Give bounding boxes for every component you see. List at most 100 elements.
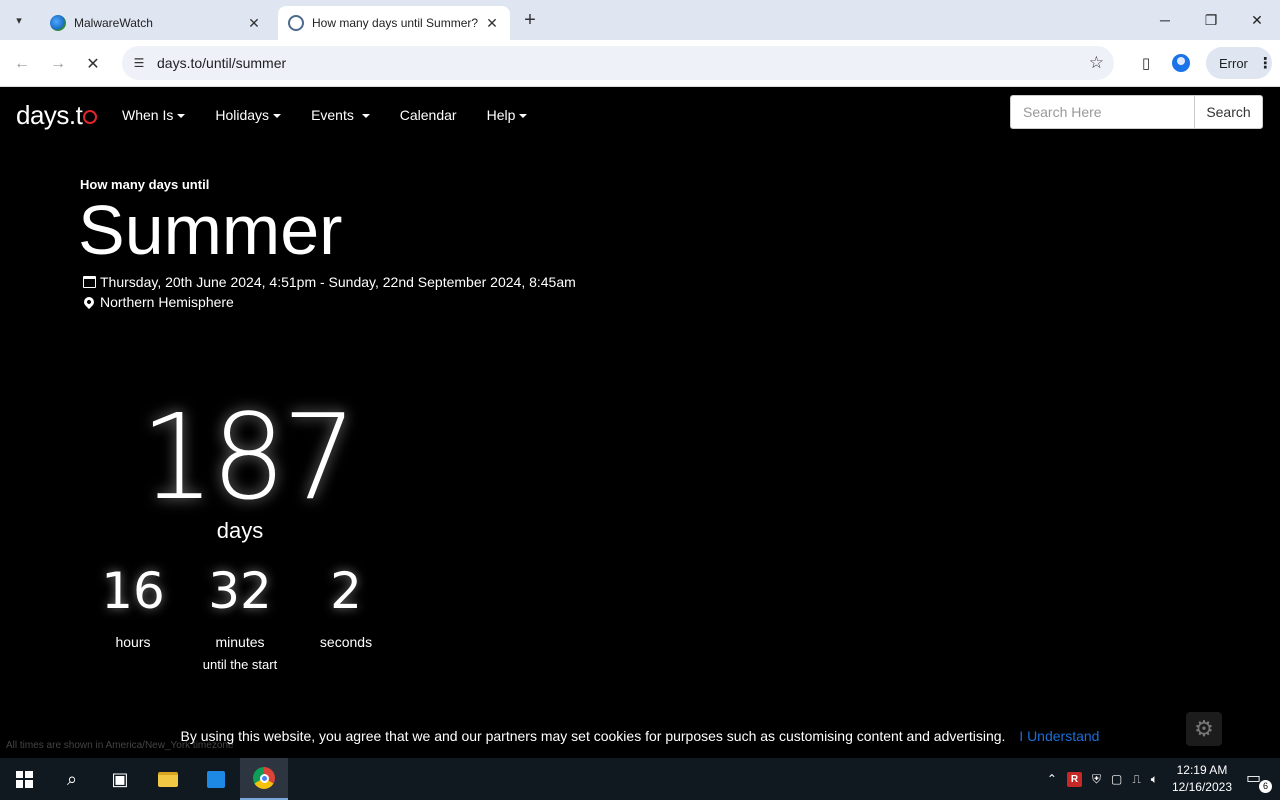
- back-button[interactable]: ←: [9, 51, 35, 77]
- seconds-label: seconds: [319, 634, 373, 650]
- close-icon: ✕: [86, 56, 100, 73]
- task-view-button[interactable]: ▣: [96, 758, 144, 800]
- seconds-unit: 2 seconds: [296, 562, 396, 650]
- error-menu-button[interactable]: Error ⋮: [1206, 47, 1273, 79]
- page-title: Summer: [78, 191, 343, 269]
- clock-time: 12:19 AM: [1176, 763, 1228, 777]
- days-label: days: [216, 518, 264, 543]
- avatar-icon: [1172, 54, 1190, 72]
- nav-events[interactable]: Events: [311, 107, 370, 123]
- caret-down-icon: [361, 114, 370, 119]
- tab-days-until-summer[interactable]: How many days until Summer? ✕: [278, 6, 510, 40]
- site-search: Search: [1010, 95, 1263, 129]
- notification-count-badge: 6: [1259, 780, 1272, 793]
- cookie-accept-link[interactable]: I Understand: [1019, 728, 1099, 744]
- store-button[interactable]: [192, 758, 240, 800]
- restore-icon[interactable]: ❐: [1188, 0, 1234, 40]
- nav-label: Help: [486, 107, 516, 123]
- arrow-right-icon: →: [50, 55, 66, 72]
- cookie-banner: By using this website, you agree that we…: [0, 728, 1280, 744]
- tab-title: MalwareWatch: [74, 16, 153, 30]
- tab-search-button[interactable]: ▾: [8, 9, 30, 31]
- settings-gear-icon[interactable]: ⚙: [1186, 712, 1222, 746]
- nav-label: When Is: [122, 107, 174, 123]
- page-content: days.t When Is Holidays Events Calendar …: [0, 88, 1280, 758]
- close-tab-icon[interactable]: ✕: [482, 15, 502, 32]
- volume-muted-icon[interactable]: 🔈︎: [1151, 772, 1158, 787]
- system-tray: ⌃ R ⛨ ▢ ⎍ 🔈︎ 12:19 AM 12/16/2023 ▭ 6: [1047, 758, 1280, 800]
- event-location: Northern Hemisphere: [81, 294, 234, 310]
- start-button[interactable]: [0, 758, 48, 800]
- clock-date: 12/16/2023: [1171, 780, 1232, 794]
- security-app-icon[interactable]: R: [1066, 771, 1082, 787]
- forward-button[interactable]: →: [45, 51, 71, 77]
- taskbar-clock[interactable]: 12:19 AM 12/16/2023: [1172, 762, 1232, 796]
- nav-label: Events: [311, 107, 354, 123]
- clock-icon: [83, 110, 98, 124]
- device-icon[interactable]: ▢: [1111, 772, 1122, 786]
- date-range-text: Thursday, 20th June 2024, 4:51pm - Sunda…: [100, 274, 576, 290]
- stop-loading-button[interactable]: ✕: [80, 51, 106, 77]
- minutes-count: 32: [208, 562, 272, 620]
- network-icon[interactable]: ⎍: [1132, 772, 1140, 787]
- arrow-left-icon: ←: [14, 55, 30, 72]
- hours-count: 16: [101, 562, 165, 620]
- chrome-taskbar-button[interactable]: [240, 758, 288, 800]
- calendar-icon: [82, 276, 96, 288]
- location-text: Northern Hemisphere: [100, 294, 234, 310]
- search-input[interactable]: [1010, 95, 1194, 129]
- task-view-icon: ▣: [111, 768, 129, 789]
- caret-down-icon: [177, 114, 186, 119]
- site-logo[interactable]: days.t: [16, 100, 111, 131]
- error-label: Error: [1219, 55, 1248, 71]
- shield-icon[interactable]: ⛨: [1092, 772, 1101, 787]
- minutes-unit: 32 minutes: [190, 562, 290, 650]
- loading-favicon-icon: [288, 15, 304, 31]
- tab-malwarewatch[interactable]: MalwareWatch ✕: [40, 6, 272, 40]
- malwarewatch-favicon-icon: [50, 15, 66, 31]
- browser-toolbar: ← → ✕ ☰ days.to/until/summer ☆ ▯ Error ⋮: [0, 40, 1280, 87]
- map-marker-icon: [81, 294, 97, 310]
- days-count: 187: [140, 388, 357, 526]
- seconds-count: 2: [330, 562, 362, 620]
- new-tab-button[interactable]: +: [518, 9, 542, 31]
- profile-button[interactable]: [1170, 52, 1192, 74]
- event-date-range: Thursday, 20th June 2024, 4:51pm - Sunda…: [82, 274, 576, 290]
- hours-label: hours: [115, 634, 151, 650]
- nav-calendar[interactable]: Calendar: [400, 107, 457, 123]
- countdown-suffix: until the start: [202, 657, 278, 672]
- url-text[interactable]: days.to/until/summer: [157, 55, 286, 71]
- windows-logo-icon: [15, 770, 33, 788]
- file-explorer-button[interactable]: [144, 758, 192, 800]
- bookmark-star-icon[interactable]: ☆: [1089, 53, 1104, 73]
- minutes-label: minutes: [215, 634, 265, 650]
- chrome-icon: [253, 767, 275, 789]
- nav-holidays[interactable]: Holidays: [215, 107, 282, 123]
- minimize-icon[interactable]: ─: [1142, 0, 1188, 40]
- nav-help[interactable]: Help: [487, 107, 528, 123]
- tab-title: How many days until Summer?: [312, 16, 479, 30]
- site-info-icon[interactable]: ☰: [130, 54, 148, 72]
- nav-label: Calendar: [399, 107, 457, 123]
- taskbar: ⌕ ▣ ⌃ R ⛨ ▢ ⎍ 🔈︎ 12:19 AM 12/16/2023 ▭ 6: [0, 758, 1280, 800]
- caret-down-icon: [273, 114, 282, 119]
- window-controls: ─ ❐ ✕: [1142, 0, 1280, 40]
- site-nav: When Is Holidays Events Calendar Help: [122, 107, 557, 123]
- search-taskbar-button[interactable]: ⌕: [48, 758, 96, 800]
- chevron-down-icon: ▾: [16, 14, 22, 27]
- notification-center-button[interactable]: ▭ 6: [1246, 768, 1272, 793]
- hours-unit: 16 hours: [83, 562, 183, 650]
- address-bar[interactable]: ☰ days.to/until/summer ☆: [122, 46, 1114, 80]
- close-window-icon[interactable]: ✕: [1234, 0, 1280, 40]
- search-button[interactable]: Search: [1194, 95, 1263, 129]
- nav-when-is[interactable]: When Is: [122, 107, 186, 123]
- logo-text: days.t: [16, 100, 83, 130]
- cookie-text: By using this website, you agree that we…: [180, 728, 1006, 744]
- more-vert-icon: ⋮: [1257, 55, 1273, 72]
- chevron-up-icon[interactable]: ⌃: [1047, 772, 1057, 786]
- tab-strip: ▾ MalwareWatch ✕ How many days until Sum…: [0, 0, 1280, 40]
- close-tab-icon[interactable]: ✕: [244, 15, 264, 32]
- folder-icon: [158, 771, 178, 787]
- search-icon: ⌕: [66, 768, 78, 789]
- side-panel-icon[interactable]: ▯: [1135, 52, 1157, 74]
